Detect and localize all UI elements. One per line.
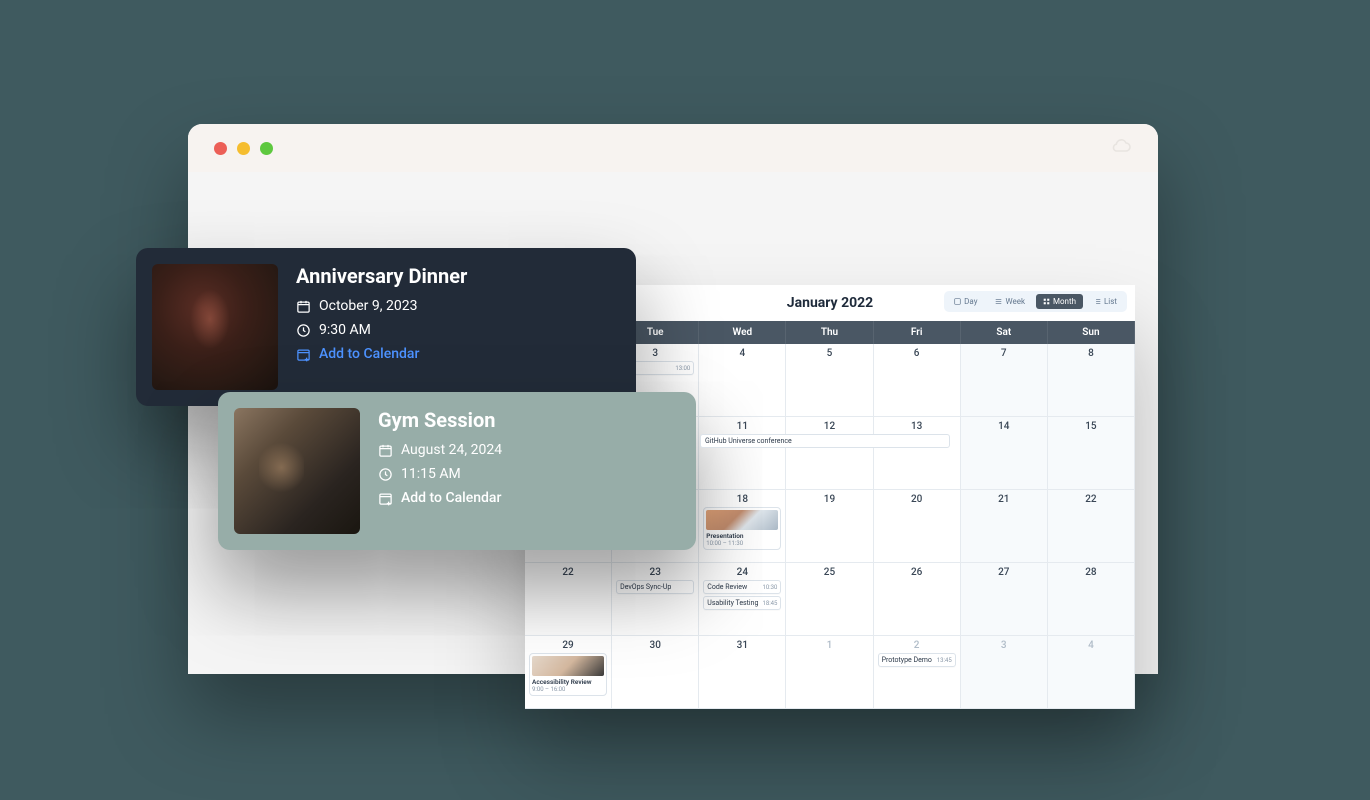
- event-codereview[interactable]: Code Review10:30: [703, 580, 781, 594]
- cal-cell[interactable]: 12: [786, 417, 873, 490]
- cal-cell[interactable]: 20: [874, 490, 961, 563]
- traffic-lights: [214, 142, 273, 155]
- cal-cell[interactable]: 7: [961, 344, 1048, 417]
- event-popover-dinner: Anniversary Dinner October 9, 2023 9:30 …: [136, 248, 636, 406]
- cal-cell[interactable]: 22: [525, 563, 612, 636]
- cal-cell[interactable]: 28: [1048, 563, 1135, 636]
- calendar-add-icon: [296, 347, 311, 362]
- window-minimize-button[interactable]: [237, 142, 250, 155]
- cal-cell[interactable]: 11: [699, 417, 786, 490]
- window-header: [188, 124, 1158, 172]
- view-tab-week[interactable]: Week: [988, 294, 1032, 309]
- event-accessibility[interactable]: Accessibility Review 9:00 – 16:00: [529, 653, 607, 696]
- cal-cell[interactable]: 30: [612, 636, 699, 709]
- window-maximize-button[interactable]: [260, 142, 273, 155]
- cal-cell[interactable]: 6: [874, 344, 961, 417]
- event-devops[interactable]: DevOps Sync-Up: [616, 580, 694, 594]
- view-switcher: Day Week Month List: [944, 291, 1127, 312]
- cal-cell[interactable]: 4: [1048, 636, 1135, 709]
- dayhdr: Sat: [961, 321, 1048, 344]
- clock-icon: [378, 467, 393, 482]
- cal-cell[interactable]: 24 Code Review10:30 Usability Testing18:…: [699, 563, 786, 636]
- add-to-calendar-button[interactable]: Add to Calendar: [296, 346, 467, 362]
- cal-cell[interactable]: 31: [699, 636, 786, 709]
- event-usability[interactable]: Usability Testing18:45: [703, 596, 781, 610]
- cal-cell[interactable]: 26: [874, 563, 961, 636]
- presentation-thumb: [706, 510, 778, 530]
- view-tab-day[interactable]: Day: [947, 294, 984, 309]
- cal-cell[interactable]: 13: [874, 417, 961, 490]
- dinner-photo: [152, 264, 278, 390]
- cal-cell[interactable]: 8: [1048, 344, 1135, 417]
- window-close-button[interactable]: [214, 142, 227, 155]
- calendar-icon: [378, 443, 393, 458]
- cal-cell[interactable]: 22: [1048, 490, 1135, 563]
- cal-cell[interactable]: 25: [786, 563, 873, 636]
- cal-cell[interactable]: 18 Presentation 10:00 – 11:30: [699, 490, 786, 563]
- gym-photo: [234, 408, 360, 534]
- add-to-calendar-button[interactable]: Add to Calendar: [378, 490, 502, 506]
- cal-cell[interactable]: 29 Accessibility Review 9:00 – 16:00: [525, 636, 612, 709]
- cal-cell[interactable]: 4: [699, 344, 786, 417]
- dinner-title: Anniversary Dinner: [296, 264, 467, 288]
- calendar-icon: [296, 299, 311, 314]
- calendar-title: January 2022: [787, 295, 873, 311]
- cal-cell[interactable]: 2 Prototype Demo13:45: [874, 636, 961, 709]
- cal-cell[interactable]: 23 DevOps Sync-Up: [612, 563, 699, 636]
- accessibility-thumb: [532, 656, 604, 676]
- calendar-add-icon: [378, 491, 393, 506]
- gym-title: Gym Session: [378, 408, 502, 432]
- view-tab-list[interactable]: List: [1087, 294, 1124, 309]
- dinner-info: Anniversary Dinner October 9, 2023 9:30 …: [296, 264, 467, 390]
- dayhdr: Wed: [699, 321, 786, 344]
- dayhdr: Fri: [874, 321, 961, 344]
- cal-cell[interactable]: 1: [786, 636, 873, 709]
- dinner-time-row: 9:30 AM: [296, 322, 467, 338]
- event-popover-gym: Gym Session August 24, 2024 11:15 AM Add…: [218, 392, 696, 550]
- cloud-icon: [1110, 138, 1132, 158]
- event-prototype[interactable]: Prototype Demo13:45: [878, 653, 956, 667]
- event-presentation[interactable]: Presentation 10:00 – 11:30: [703, 507, 781, 550]
- cal-cell[interactable]: 21: [961, 490, 1048, 563]
- cal-cell[interactable]: 15: [1048, 417, 1135, 490]
- gym-date-row: August 24, 2024: [378, 442, 502, 458]
- cal-cell[interactable]: 3: [961, 636, 1048, 709]
- cal-cell[interactable]: 14: [961, 417, 1048, 490]
- gym-time-row: 11:15 AM: [378, 466, 502, 482]
- dinner-date-row: October 9, 2023: [296, 298, 467, 314]
- cal-cell[interactable]: 19: [786, 490, 873, 563]
- dayhdr: Sun: [1048, 321, 1135, 344]
- cal-cell[interactable]: 27: [961, 563, 1048, 636]
- gym-info: Gym Session August 24, 2024 11:15 AM Add…: [378, 408, 502, 534]
- cal-cell[interactable]: 5: [786, 344, 873, 417]
- view-tab-month[interactable]: Month: [1036, 294, 1083, 309]
- clock-icon: [296, 323, 311, 338]
- event-github-conference[interactable]: GitHub Universe conference: [700, 434, 950, 448]
- dayhdr: Thu: [786, 321, 873, 344]
